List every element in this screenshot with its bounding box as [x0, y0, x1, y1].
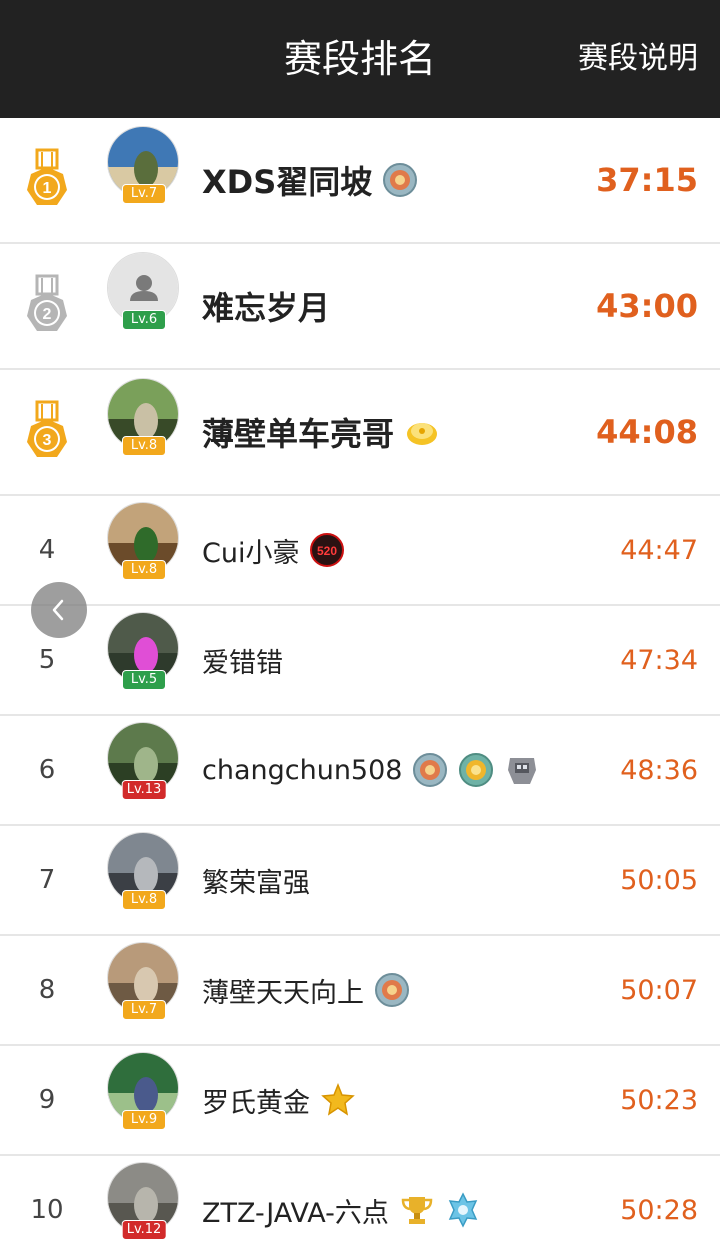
level-badge: Lv.7 — [122, 184, 166, 204]
rider-name-cell: 繁荣富强 — [202, 826, 310, 934]
rider-name-cell: 难忘岁月 — [202, 244, 330, 368]
back-floating-button[interactable] — [31, 582, 87, 638]
avatar[interactable]: Lv.6 — [107, 252, 181, 336]
rank-number: 7 — [38, 865, 56, 895]
rider-name: 薄壁天天向上 — [202, 977, 364, 1009]
520-badge-icon: 520 — [309, 532, 345, 568]
medal-badge-icon — [374, 972, 410, 1008]
svg-text:2: 2 — [43, 306, 52, 323]
avatar[interactable]: Lv.7 — [107, 942, 181, 1026]
level-badge: Lv.7 — [122, 1000, 166, 1020]
segment-time: 50:23 — [620, 1084, 698, 1116]
rider-name: 爱错错 — [202, 647, 283, 679]
rank-cell: 8 — [0, 936, 94, 1044]
ranking-list: 1 Lv.7 XDS翟同坡 37:15 2 Lv.6 难忘岁月 43:00 3 … — [0, 118, 720, 1248]
rider-name: changchun508 — [202, 754, 403, 786]
svg-text:520: 520 — [317, 544, 337, 558]
rider-name: 难忘岁月 — [202, 289, 331, 327]
rank-row[interactable]: 6 Lv.13 changchun508 48:36 — [0, 716, 720, 826]
rider-name-cell: ZTZ-JAVA-六点 — [202, 1156, 481, 1248]
rank-row[interactable]: 5 Lv.5 爱错错 47:34 — [0, 606, 720, 716]
rider-name-cell: 薄壁单车亮哥 — [202, 370, 440, 494]
svg-text:1: 1 — [43, 180, 52, 197]
rank-cell: 7 — [0, 826, 94, 934]
gold-coin-badge-icon — [404, 414, 440, 450]
avatar[interactable]: Lv.8 — [107, 502, 181, 586]
rank-number: 9 — [38, 1085, 56, 1115]
gold-medal-icon: 3 — [24, 400, 70, 464]
segment-time: 47:34 — [620, 644, 698, 676]
robot-badge-icon — [504, 752, 540, 788]
rank-row[interactable]: 9 Lv.9 罗氏黄金 50:23 — [0, 1046, 720, 1156]
svg-text:3: 3 — [43, 432, 52, 449]
rank-row[interactable]: 3 Lv.8 薄壁单车亮哥 44:08 — [0, 370, 720, 496]
medal-badge-icon — [382, 162, 418, 198]
rank-cell: 3 — [0, 370, 94, 494]
rider-name-cell: 薄壁天天向上 — [202, 936, 410, 1044]
medal-badge-icon — [412, 752, 448, 788]
rank-cell: 1 — [0, 118, 94, 242]
segment-time: 43:00 — [596, 287, 698, 325]
rank-number: 10 — [30, 1195, 64, 1225]
rank-row[interactable]: 4 Lv.8 Cui小豪 520 44:47 — [0, 496, 720, 606]
rank-number: 8 — [38, 975, 56, 1005]
segment-time: 50:05 — [620, 864, 698, 896]
trophy-badge-icon — [399, 1192, 435, 1228]
segment-time: 50:28 — [620, 1194, 698, 1226]
level-badge: Lv.8 — [122, 890, 166, 910]
rider-name-cell: changchun508 — [202, 716, 540, 824]
rider-name-cell: XDS翟同坡 — [202, 118, 418, 242]
gold-medal-badge-icon — [458, 752, 494, 788]
rank-cell: 10 — [0, 1156, 94, 1248]
avatar[interactable]: Lv.12 — [107, 1162, 181, 1246]
gold-medal-icon: 1 — [24, 148, 70, 212]
level-badge: Lv.5 — [122, 670, 166, 690]
rider-name: 薄壁单车亮哥 — [202, 415, 395, 453]
avatar[interactable]: Lv.8 — [107, 378, 181, 462]
rider-name: 繁荣富强 — [202, 867, 310, 899]
silver-medal-icon: 2 — [24, 274, 70, 338]
level-badge: Lv.13 — [121, 780, 167, 800]
rank-cell: 2 — [0, 244, 94, 368]
segment-explain-button[interactable]: 赛段说明 — [578, 0, 698, 118]
avatar[interactable]: Lv.7 — [107, 126, 181, 210]
rank-row[interactable]: 10 Lv.12 ZTZ-JAVA-六点 50:28 — [0, 1156, 720, 1248]
top-bar: 赛段排名 赛段说明 — [0, 0, 720, 118]
segment-time: 50:07 — [620, 974, 698, 1006]
rank-cell: 6 — [0, 716, 94, 824]
avatar[interactable]: Lv.13 — [107, 722, 181, 806]
chevron-left-icon — [52, 599, 64, 621]
segment-time: 44:08 — [596, 413, 698, 451]
rider-name: XDS翟同坡 — [202, 163, 373, 201]
rank-row[interactable]: 1 Lv.7 XDS翟同坡 37:15 — [0, 118, 720, 244]
rider-name: Cui小豪 — [202, 537, 300, 569]
rider-name: 罗氏黄金 — [202, 1087, 310, 1119]
rank-row[interactable]: 2 Lv.6 难忘岁月 43:00 — [0, 244, 720, 370]
level-badge: Lv.8 — [122, 560, 166, 580]
avatar[interactable]: Lv.5 — [107, 612, 181, 696]
avatar[interactable]: Lv.8 — [107, 832, 181, 916]
snowflake-badge-icon — [445, 1192, 481, 1228]
rider-name: ZTZ-JAVA-六点 — [202, 1197, 389, 1229]
segment-time: 48:36 — [620, 754, 698, 786]
level-badge: Lv.8 — [122, 436, 166, 456]
avatar[interactable]: Lv.9 — [107, 1052, 181, 1136]
star-badge-icon — [320, 1082, 356, 1118]
level-badge: Lv.9 — [122, 1110, 166, 1130]
rank-number: 6 — [38, 755, 56, 785]
segment-time: 37:15 — [596, 161, 698, 199]
level-badge: Lv.12 — [121, 1220, 167, 1240]
rider-name-cell: 罗氏黄金 — [202, 1046, 356, 1154]
level-badge: Lv.6 — [122, 310, 166, 330]
rider-name-cell: 爱错错 — [202, 606, 283, 714]
rank-number: 5 — [38, 645, 56, 675]
rider-name-cell: Cui小豪 520 — [202, 496, 345, 604]
rank-number: 4 — [38, 535, 56, 565]
rank-row[interactable]: 8 Lv.7 薄壁天天向上 50:07 — [0, 936, 720, 1046]
rank-cell: 9 — [0, 1046, 94, 1154]
segment-time: 44:47 — [620, 534, 698, 566]
rank-row[interactable]: 7 Lv.8 繁荣富强 50:05 — [0, 826, 720, 936]
